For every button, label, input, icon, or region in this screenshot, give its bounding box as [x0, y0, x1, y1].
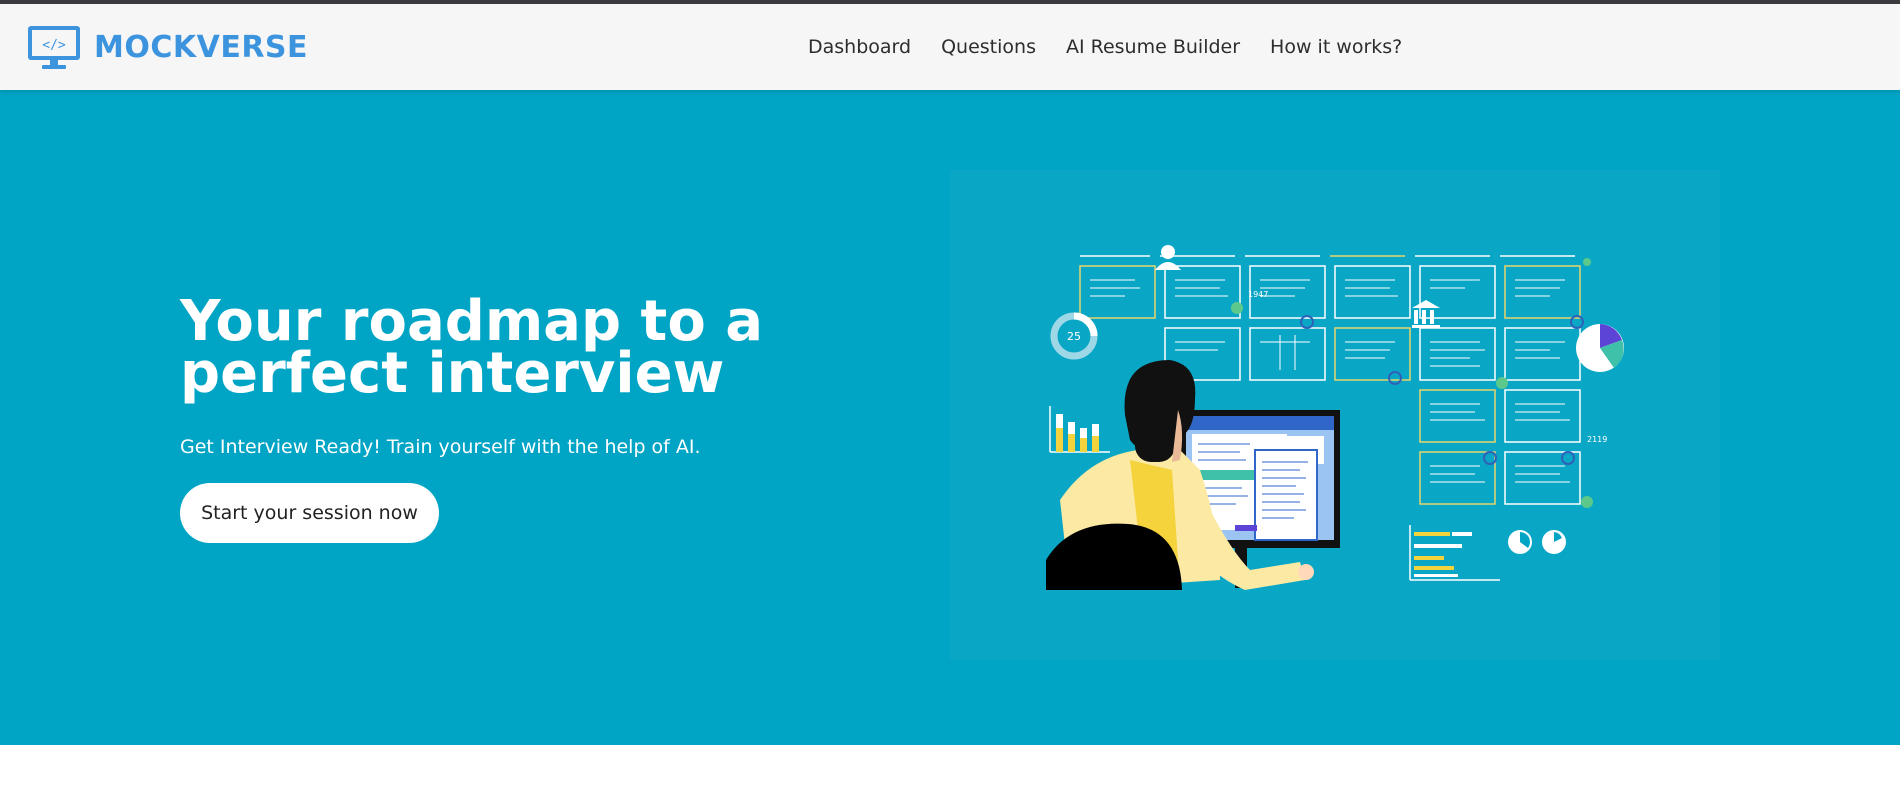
- ring-value: 25: [1067, 330, 1081, 343]
- hero-title: Your roadmap to a perfect interview: [180, 289, 764, 406]
- label-1947: 1947: [1248, 290, 1268, 299]
- nav-questions[interactable]: Questions: [941, 36, 1036, 58]
- interview-illustration: 1947 2119 25: [1046, 245, 1624, 590]
- nav-ai-resume-builder[interactable]: AI Resume Builder: [1066, 36, 1240, 58]
- navbar: </> MOCKVERSE Dashboard Questions AI Res…: [0, 4, 1900, 90]
- legend-graphic: [1409, 525, 1566, 581]
- bar-chart-graphic: [1049, 406, 1110, 453]
- label-2119: 2119: [1587, 435, 1607, 444]
- hero-section: Your roadmap to a perfect interview Get …: [0, 90, 1900, 745]
- hero-illustration: 1947 2119 25: [950, 170, 1720, 660]
- user-avatar-icon: [1155, 245, 1181, 270]
- brand-name: MOCKVERSE: [94, 29, 309, 65]
- bank-icon: [1412, 300, 1440, 328]
- hero-subtitle: Get Interview Ready! Train yourself with…: [180, 436, 701, 458]
- code-glyph: </>: [42, 38, 66, 53]
- pie-chart-graphic: [1576, 324, 1624, 372]
- monitor-code-icon: </>: [28, 26, 80, 69]
- start-session-button[interactable]: Start your session now: [180, 483, 439, 543]
- progress-ring: 25: [1050, 312, 1098, 360]
- main-nav: Dashboard Questions AI Resume Builder Ho…: [808, 4, 1432, 90]
- brand-logo[interactable]: </> MOCKVERSE: [26, 24, 308, 70]
- nav-dashboard[interactable]: Dashboard: [808, 36, 911, 58]
- nav-how-it-works[interactable]: How it works?: [1270, 36, 1402, 58]
